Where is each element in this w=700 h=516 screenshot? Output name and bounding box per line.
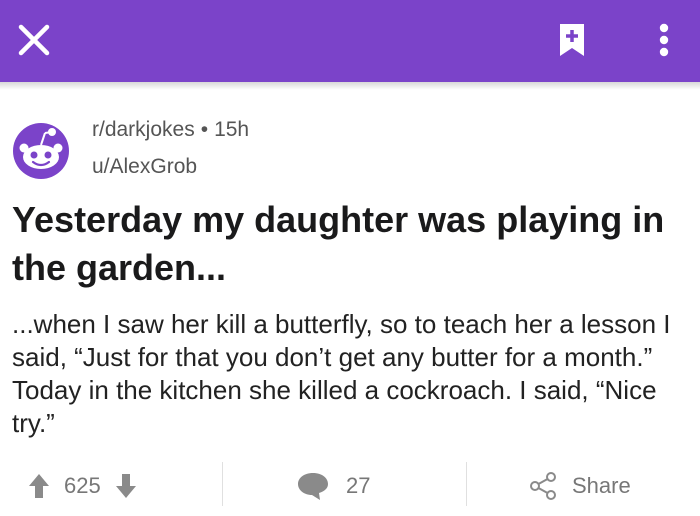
- subreddit-link[interactable]: r/darkjokes: [92, 118, 195, 141]
- more-options-button[interactable]: [640, 16, 688, 64]
- vote-controls: 625: [28, 468, 137, 504]
- save-button[interactable]: [548, 16, 596, 64]
- share-icon: [530, 472, 556, 500]
- meta-separator: •: [200, 118, 209, 141]
- downvote-arrow-icon: [115, 474, 136, 498]
- upvote-arrow-icon: [29, 474, 49, 498]
- score: 625: [64, 473, 101, 498]
- more-vertical-icon: [659, 23, 669, 57]
- author-link[interactable]: u/AlexGrob: [92, 155, 197, 179]
- post-age: 15h: [214, 118, 250, 141]
- post-body: ...when I saw her kill a butterfly, so t…: [12, 309, 671, 438]
- comments-button[interactable]: 27: [296, 468, 370, 504]
- comment-count: 27: [346, 473, 371, 498]
- comment-bubble-icon: [298, 473, 328, 500]
- header-shadow: [0, 82, 700, 90]
- top-bar: [0, 0, 700, 82]
- post-title: Yesterday my daughter was playing in the…: [12, 199, 665, 288]
- close-icon: [18, 24, 50, 56]
- actions-divider: [466, 462, 467, 506]
- upvote-button[interactable]: [28, 473, 50, 499]
- share-label: Share: [572, 473, 631, 498]
- share-button[interactable]: Share: [528, 468, 631, 504]
- bookmark-plus-icon: [560, 24, 584, 56]
- reddit-snoo-icon: [13, 123, 69, 179]
- close-button[interactable]: [12, 18, 56, 62]
- subreddit-avatar[interactable]: [12, 122, 70, 180]
- downvote-button[interactable]: [115, 473, 137, 499]
- actions-divider: [222, 462, 223, 506]
- post-meta: r/darkjokes • 15h: [92, 118, 249, 142]
- post-actions-bar: 625 27 Share: [0, 460, 700, 510]
